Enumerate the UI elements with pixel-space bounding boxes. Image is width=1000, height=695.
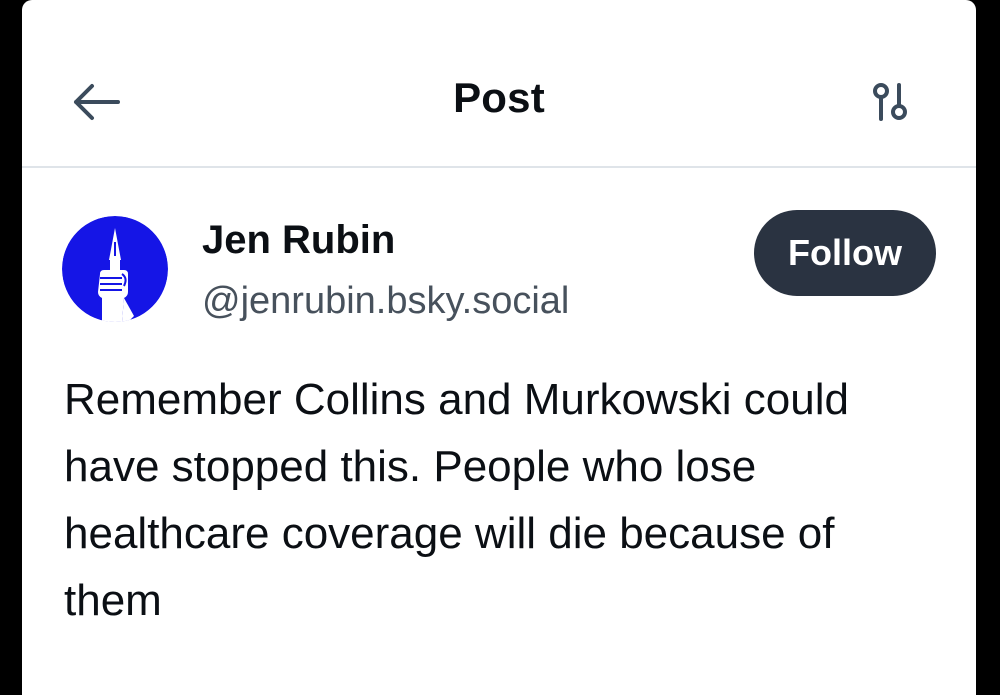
- author-name[interactable]: Jen Rubin: [202, 218, 395, 263]
- author-handle: @jenrubin.bsky.social: [202, 280, 570, 322]
- top-bar: Post: [22, 0, 976, 168]
- thread-settings-button[interactable]: [864, 76, 918, 128]
- raised-fist-with-pen-avatar: [62, 216, 168, 322]
- post-thread-item: Jen Rubin @jenrubin.bsky.social Follow R…: [22, 168, 976, 695]
- author-avatar[interactable]: [62, 216, 168, 322]
- post-screen: Post Jen Rubin @jenrubin.bsky.social Fol…: [22, 0, 976, 695]
- post-text: Remember Collins and Murkowski could hav…: [64, 375, 849, 625]
- sliders-icon: [873, 83, 907, 121]
- page-title: Post: [453, 74, 545, 121]
- follow-button[interactable]: Follow: [754, 210, 936, 296]
